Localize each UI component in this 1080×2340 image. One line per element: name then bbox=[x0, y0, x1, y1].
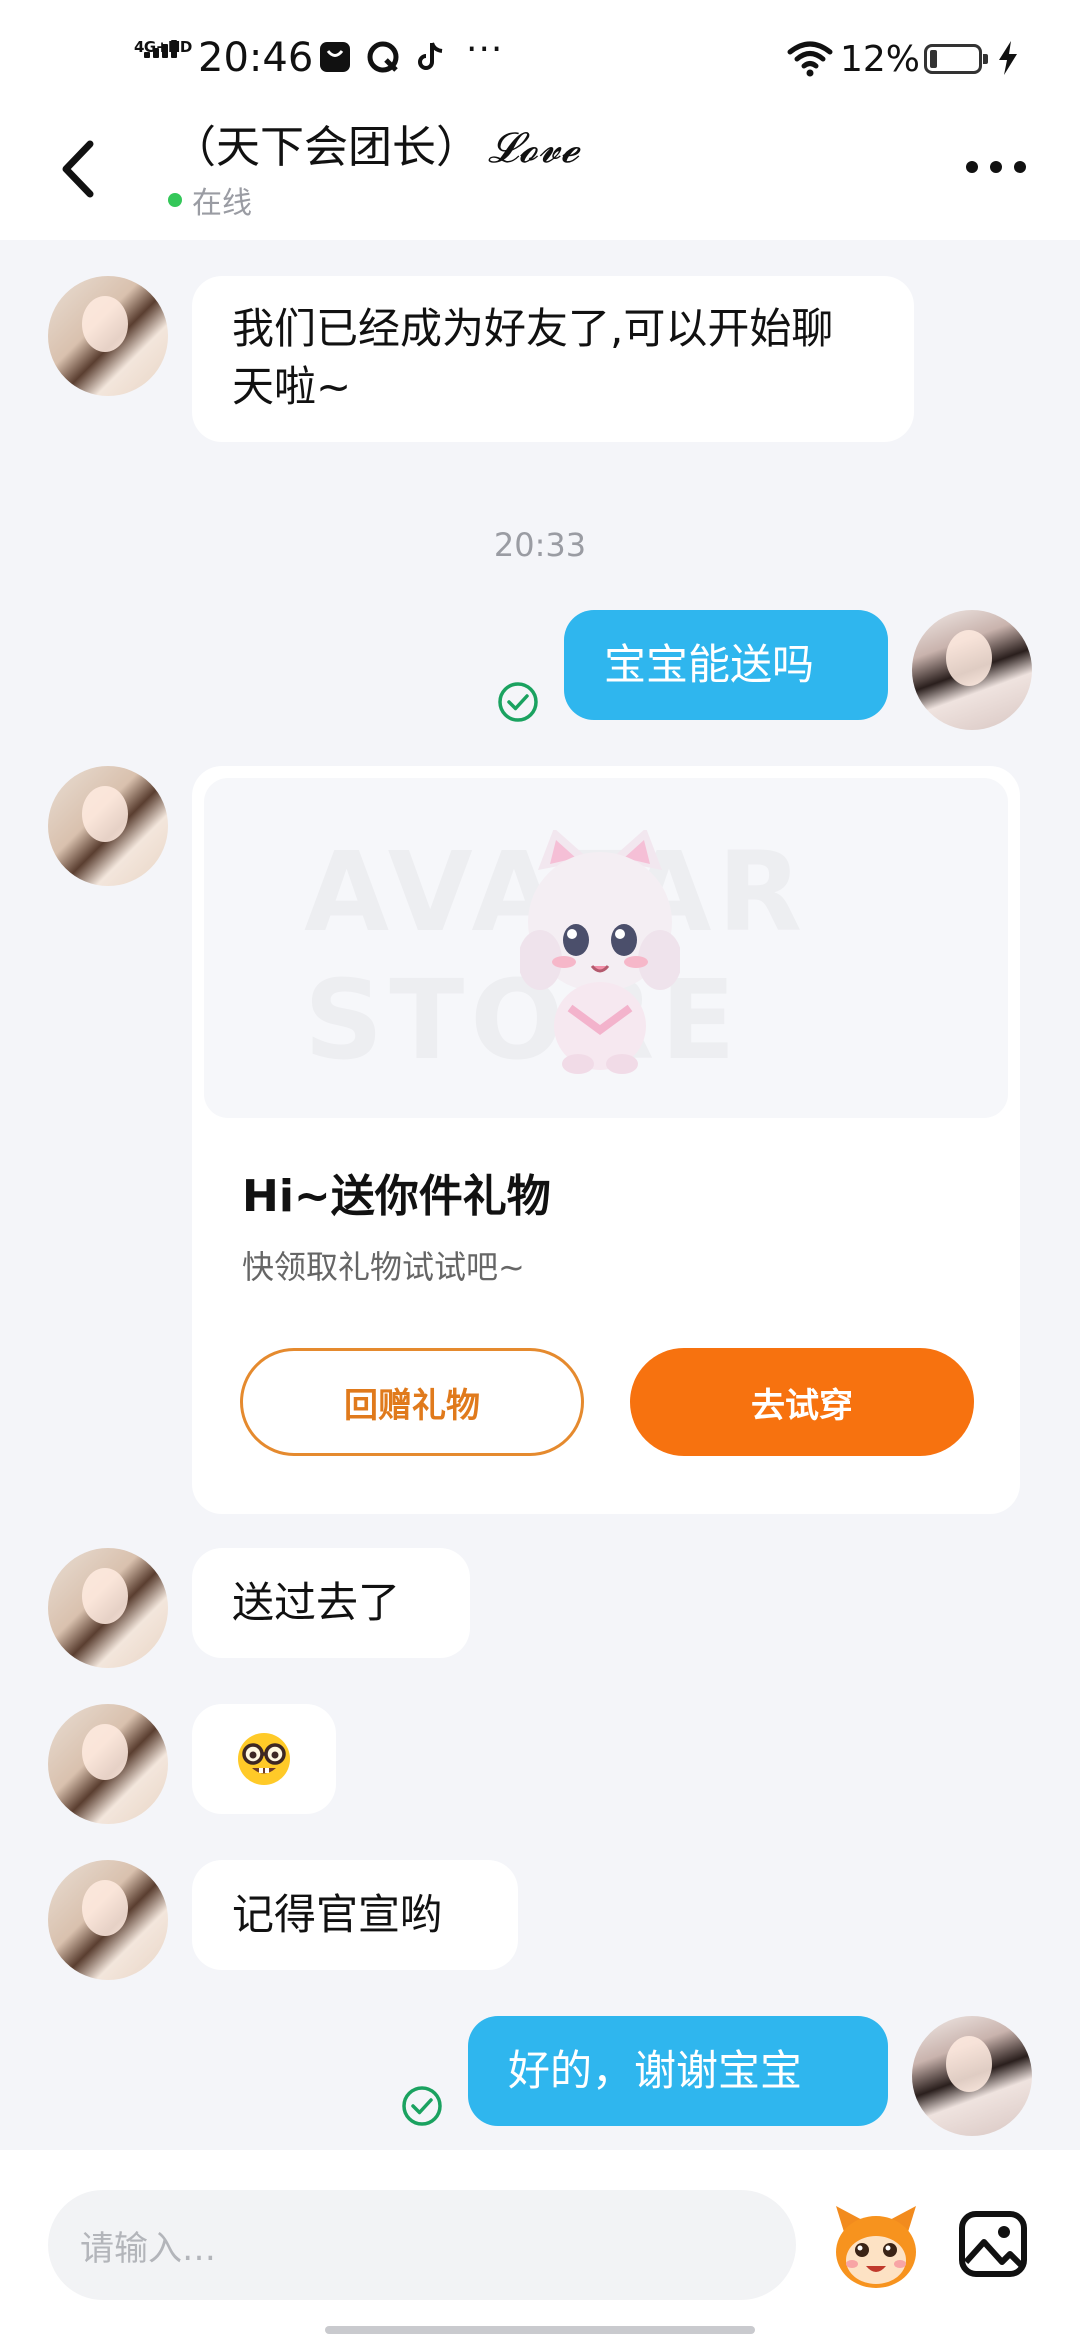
online-status: 在线 bbox=[168, 182, 252, 221]
dot-icon bbox=[966, 161, 978, 173]
my-avatar[interactable] bbox=[912, 610, 1032, 730]
try-on-button[interactable]: 去试穿 bbox=[630, 1348, 974, 1456]
contact-avatar[interactable] bbox=[48, 1704, 168, 1824]
chat-title-script: 𝓛𝓸𝓿𝓮 bbox=[488, 123, 580, 172]
more-options-button[interactable] bbox=[966, 152, 1026, 182]
message-text: 宝宝能送吗 bbox=[604, 640, 815, 689]
read-check-icon bbox=[402, 2086, 442, 2126]
message-text: 我们已经成为好友了,可以开始聊天啦~ bbox=[232, 304, 834, 411]
message-bubble-outgoing[interactable]: 好的，谢谢宝宝 bbox=[468, 2016, 888, 2126]
tiktok-icon bbox=[418, 42, 443, 70]
image-picker-icon[interactable] bbox=[958, 2208, 1028, 2280]
message-bubble-incoming[interactable]: 我们已经成为好友了,可以开始聊天啦~ bbox=[192, 276, 914, 442]
message-bubble-incoming[interactable]: 送过去了 bbox=[192, 1548, 470, 1658]
gift-card[interactable]: AVATAR STORE Hi~送你件礼物 快领取礼物试试吧~ 回赠礼物 去试穿 bbox=[192, 766, 1020, 1514]
status-bar: 4G+HD 20:46 ··· 12% bbox=[0, 0, 1080, 110]
dot-icon bbox=[990, 161, 1002, 173]
dot-icon bbox=[1014, 161, 1026, 173]
message-bubble-outgoing[interactable]: 宝宝能送吗 bbox=[564, 610, 888, 720]
message-bubble-incoming[interactable] bbox=[192, 1704, 336, 1814]
cat-avatar-image bbox=[520, 830, 680, 1074]
chat-title-name: （天下会团长） bbox=[172, 122, 480, 173]
battery-icon bbox=[924, 44, 988, 74]
contact-avatar[interactable] bbox=[48, 1860, 168, 1980]
message-timestamp: 20:33 bbox=[493, 526, 587, 564]
status-time: 20:46 bbox=[198, 35, 314, 81]
sticker-mascot-icon[interactable] bbox=[830, 2202, 922, 2292]
qq-browser-icon bbox=[367, 41, 399, 73]
gift-preview-image: AVATAR STORE bbox=[204, 778, 1008, 1118]
contact-avatar[interactable] bbox=[48, 1548, 168, 1668]
battery-percent: 12% bbox=[840, 39, 921, 80]
wifi-icon bbox=[787, 41, 833, 77]
contact-avatar[interactable] bbox=[48, 766, 168, 886]
online-dot-icon bbox=[168, 193, 182, 207]
back-arrow-icon[interactable] bbox=[56, 138, 106, 200]
more-notifications: ··· bbox=[466, 29, 504, 70]
message-text: 送过去了 bbox=[232, 1578, 401, 1627]
chat-title: （天下会团长） 𝓛𝓸𝓿𝓮 bbox=[172, 120, 579, 176]
my-avatar[interactable] bbox=[912, 2016, 1032, 2136]
input-bar: 请输入… bbox=[0, 2150, 1080, 2340]
bag-icon bbox=[320, 42, 350, 72]
message-bubble-incoming[interactable]: 记得官宣哟 bbox=[192, 1860, 518, 1970]
gift-subtitle: 快领取礼物试试吧~ bbox=[242, 1248, 525, 1286]
gift-title: Hi~送你件礼物 bbox=[242, 1171, 551, 1222]
message-input[interactable]: 请输入… bbox=[48, 2190, 796, 2300]
nerd-face-emoji bbox=[238, 1733, 290, 1785]
return-gift-button[interactable]: 回赠礼物 bbox=[240, 1348, 584, 1456]
charging-bolt-icon bbox=[999, 41, 1017, 75]
read-check-icon bbox=[498, 682, 538, 722]
home-indicator[interactable] bbox=[325, 2326, 755, 2334]
message-text: 记得官宣哟 bbox=[232, 1890, 443, 1939]
online-status-text: 在线 bbox=[192, 186, 252, 221]
top-area: 4G+HD 20:46 ··· 12% bbox=[0, 0, 1080, 240]
network-indicator: 4G+HD bbox=[134, 38, 194, 80]
message-text: 好的，谢谢宝宝 bbox=[508, 2046, 803, 2095]
contact-avatar[interactable] bbox=[48, 276, 168, 396]
